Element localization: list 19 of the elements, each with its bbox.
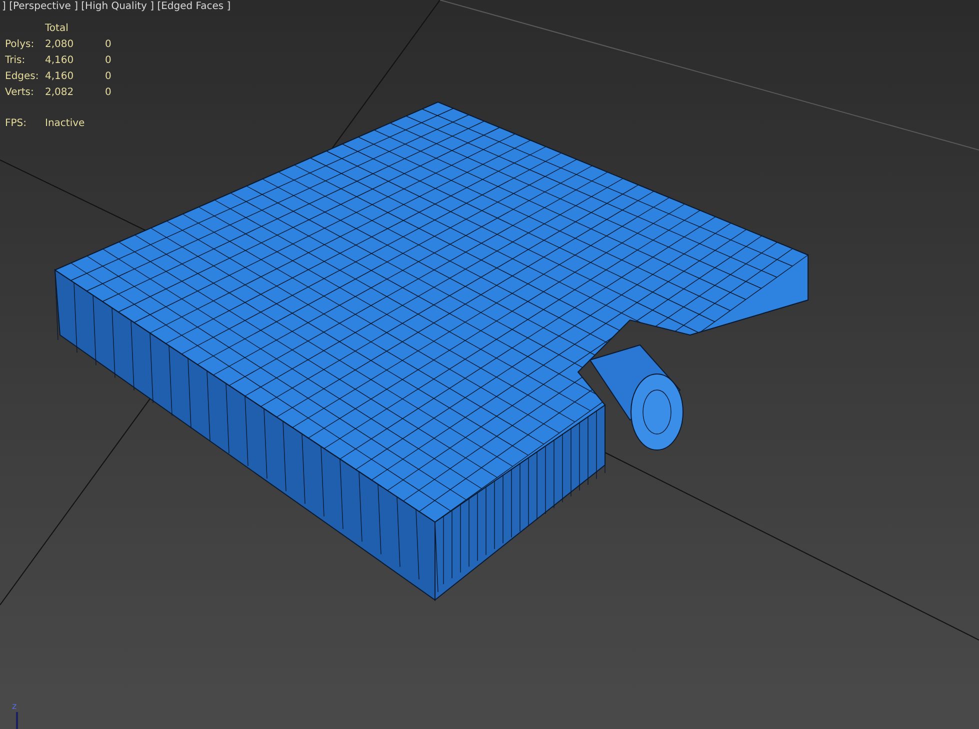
stat-total: 4,160: [45, 70, 75, 83]
stats-header: Total: [45, 22, 70, 35]
stat-selected: 0: [105, 38, 112, 51]
stat-selected: 0: [105, 70, 112, 83]
stat-total: 4,160: [45, 54, 75, 67]
axis-line: [16, 712, 18, 729]
stat-label: Polys:: [5, 38, 36, 51]
axis-label: z: [12, 703, 17, 712]
stat-selected: 0: [105, 54, 112, 67]
viewport[interactable]: ] [Perspective ] [High Quality ] [Edged Faces ] Total Polys: 2,080 0 Tris: 4,160 0 Edges: 4,160 0 Verts: 2,082 0 FPS: Inactive z: [0, 0, 979, 729]
stat-total: 2,082: [45, 86, 75, 99]
stat-selected: 0: [105, 86, 112, 99]
stat-total: 2,080: [45, 38, 75, 51]
stat-label: Edges:: [5, 70, 40, 83]
viewport-label[interactable]: ] [Perspective ] [High Quality ] [Edged Faces ]: [2, 1, 231, 13]
fps-value: Inactive: [45, 118, 86, 129]
stat-label: Verts:: [5, 86, 35, 99]
fps-label: FPS:: [5, 118, 28, 129]
stat-label: Tris:: [5, 54, 26, 67]
